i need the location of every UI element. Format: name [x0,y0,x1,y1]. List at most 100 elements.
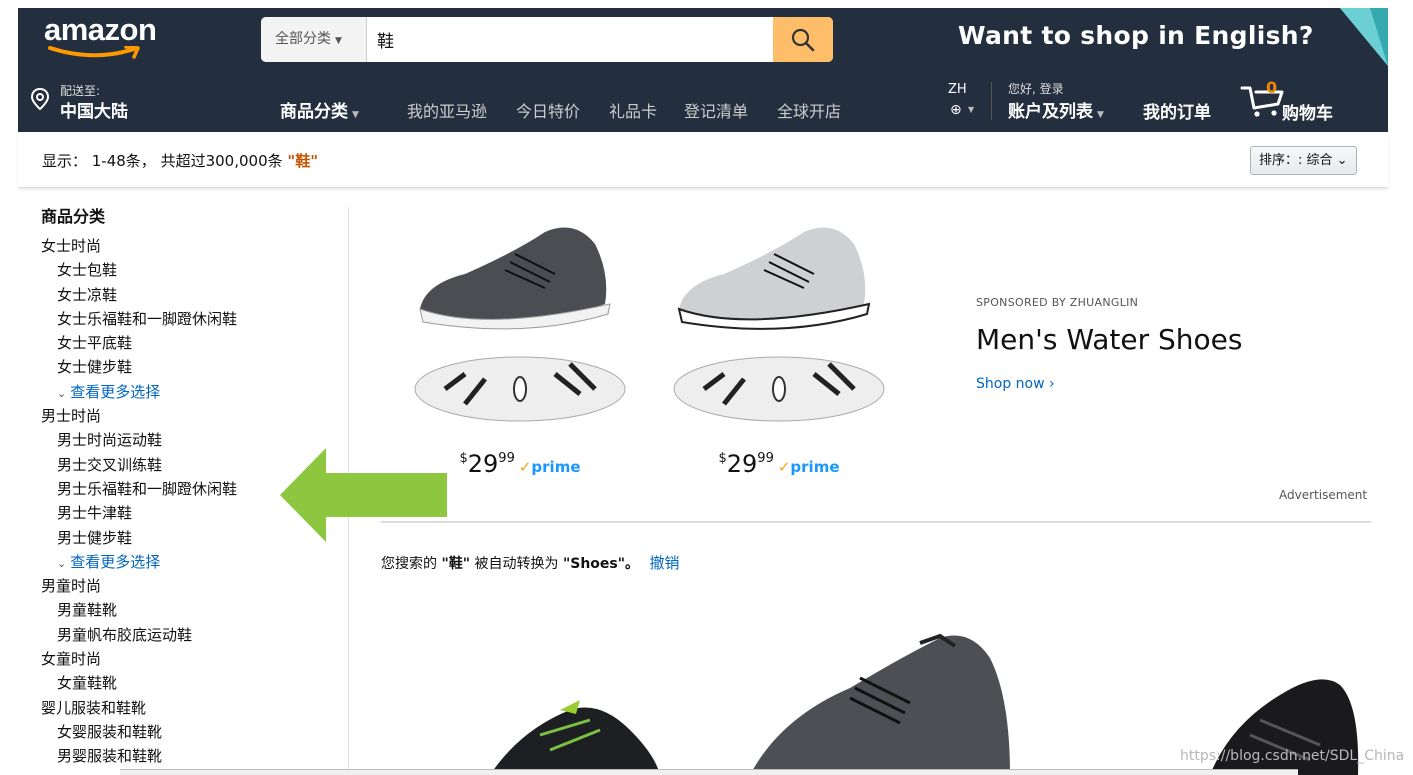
check-icon: ✓ [518,458,532,476]
nav-bottom-bar: 配送至: 中国大陆 商品分类 ▼ 我的亚马逊 今日特价 礼品卡 登记清单 全球开店… [18,68,1388,132]
chevron-down-icon: ⌄ [1336,153,1348,168]
english-promo-banner[interactable]: Want to shop in English? [958,21,1314,50]
shop-now-link[interactable]: Shop now › [976,376,1055,392]
language-selector[interactable]: ZH ⊕ ▼ [948,82,974,118]
price: $2999 ✓prime [405,450,635,478]
watermark: https://blog.csdn.net/SDL_China [1180,748,1405,764]
price: $2999 ✓prime [664,450,894,478]
price-currency: $ [459,451,468,466]
sidebar-item-womens-flats[interactable]: 女士平底鞋 [41,331,341,355]
caret-down-icon: ▼ [1097,110,1104,120]
spelling-original: "鞋" [441,556,471,572]
amazon-logo[interactable]: amazon [44,12,157,48]
nav-categories-label: 商品分类 [280,102,348,122]
prime-badge: ✓prime [778,458,840,476]
ad-title[interactable]: Men's Water Shoes [976,323,1242,356]
price-whole: 29 [726,450,758,478]
results-bar: 显示： 1-48条， 共超过300,000条 "鞋" 排序：: 综合 ⌄ [18,132,1388,188]
sidebar-item-mens-fashion[interactable]: 男士时尚 [41,404,341,428]
nav-categories-dropdown[interactable]: 商品分类 ▼ [280,97,359,122]
price-fraction: 99 [757,451,774,466]
product-image-2[interactable] [740,628,1030,775]
spelling-notice: 您搜索的 "鞋" 被自动转换为 "Shoes"。 撤销 [381,552,680,573]
horizontal-scrollbar[interactable] [120,769,1298,775]
search-category-dropdown[interactable]: 全部分类 ▼ [261,17,367,62]
sidebar-item-boys-fashion[interactable]: 男童时尚 [41,574,341,598]
search-input[interactable] [368,17,773,62]
ad-divider [381,521,1371,523]
account-greeting: 您好, 登录 [1008,82,1064,96]
nav-top-bar: amazon 全部分类 ▼ Want to shop in English? [18,8,1388,68]
logo-smile-icon [48,46,140,59]
orders-link[interactable]: 我的订单 [1143,98,1211,123]
search-icon [791,28,815,51]
nav-link-my-amazon[interactable]: 我的亚马逊 [407,98,487,122]
sidebar-item-womens-loafers[interactable]: 女士乐福鞋和一脚蹬休闲鞋 [41,307,341,331]
sort-dropdown[interactable]: 排序：: 综合 ⌄ [1250,146,1357,175]
sidebar-heading: 商品分类 [41,207,106,226]
deliver-location: 中国大陆 [60,102,128,122]
nav-link-sell[interactable]: 全球开店 [777,98,841,122]
caret-down-icon: ▼ [352,110,359,120]
nav-link-gift-cards[interactable]: 礼品卡 [609,98,657,122]
search-button[interactable] [773,17,833,62]
see-more-label: 查看更多选择 [70,382,161,401]
ad-sponsor: SPONSORED BY ZHUANGLIN [976,296,1139,309]
sidebar-item-womens-walking[interactable]: 女士健步鞋 [41,355,341,379]
results-count: 显示： 1-48条， 共超过300,000条 [42,152,283,170]
spelling-middle: 被自动转换为 [474,556,559,572]
account-label: 账户及列表 [1008,102,1093,122]
sidebar-item-baby-boys[interactable]: 男婴服装和鞋靴 [41,744,341,768]
language-code: ZH [948,82,967,97]
advertisement-label[interactable]: Advertisement [1279,488,1367,502]
see-more-label: 查看更多选择 [70,552,161,571]
location-pin-icon [30,88,50,110]
results-query: "鞋" [287,152,319,170]
sidebar-item-boys-canvas[interactable]: 男童帆布胶底运动鞋 [41,623,341,647]
shoe-image [414,227,626,422]
check-icon: ✓ [777,458,791,476]
prime-badge: ✓prime [519,458,581,476]
sidebar-item-baby-girls[interactable]: 女婴服装和鞋靴 [41,720,341,744]
caret-down-icon: ▼ [968,105,975,114]
cart-button[interactable]: 0 购物车 [1240,78,1333,124]
cart-count: 0 [1266,78,1278,97]
sidebar-item-womens-fashion[interactable]: 女士时尚 [41,234,341,258]
sort-label: 排序：: 综合 [1259,153,1333,168]
globe-icon: ⊕ [950,102,962,118]
spelling-converted: "Shoes"。 [562,556,640,572]
product-image-1[interactable] [480,690,680,775]
price-currency: $ [718,451,727,466]
logo-text: amazon [44,12,157,47]
sidebar-item-womens-sandals[interactable]: 女士凉鞋 [41,283,341,307]
price-whole: 29 [467,450,499,478]
cart-label: 购物车 [1282,104,1333,124]
nav-link-registry[interactable]: 登记清单 [684,98,748,122]
sidebar-item-boys-shoes[interactable]: 男童鞋靴 [41,598,341,622]
spelling-prefix: 您搜索的 [381,556,437,572]
ad-product-2[interactable]: $2999 ✓prime [664,214,894,484]
undo-link[interactable]: 撤销 [650,554,680,572]
results-summary: 显示： 1-48条， 共超过300,000条 "鞋" [42,150,318,171]
chevron-down-icon: ⌄ [57,556,67,570]
search-category-label: 全部分类 [275,31,331,47]
caret-down-icon: ▼ [335,36,342,46]
chevron-down-icon: ⌄ [57,386,67,400]
sidebar-item-womens-pumps[interactable]: 女士包鞋 [41,258,341,282]
shoe-image [673,227,885,422]
price-fraction: 99 [498,451,515,466]
sidebar-see-more-women[interactable]: ⌄ 查看更多选择 [41,380,341,404]
nav-separator [991,82,992,120]
prime-label: prime [790,458,840,476]
sidebar-see-more-men[interactable]: ⌄ 查看更多选择 [41,550,341,574]
sidebar-item-girls-shoes[interactable]: 女童鞋靴 [41,671,341,695]
sidebar-item-girls-fashion[interactable]: 女童时尚 [41,647,341,671]
nav-link-deals[interactable]: 今日特价 [516,98,580,122]
ad-product-1[interactable]: $2999 ✓prime [405,214,635,484]
search-bar: 全部分类 ▼ [261,17,833,62]
account-lists[interactable]: 您好, 登录 账户及列表 ▼ [1008,80,1104,122]
promo-corner-graphic [1340,8,1388,66]
sidebar-item-baby[interactable]: 婴儿服装和鞋靴 [41,696,341,720]
prime-label: prime [531,458,581,476]
cart-icon [1240,86,1284,117]
